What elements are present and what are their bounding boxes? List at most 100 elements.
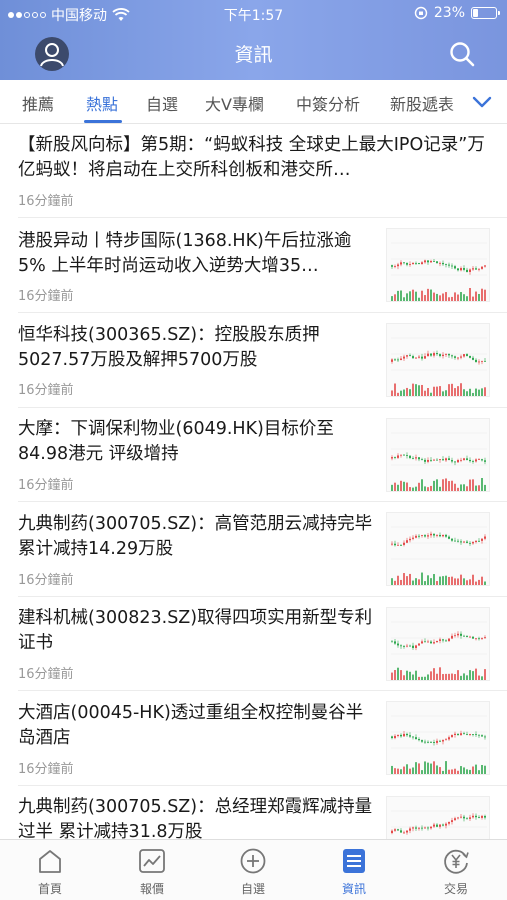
stock-chart-image <box>391 715 487 774</box>
candle-body <box>433 824 435 827</box>
candle-body <box>478 540 480 542</box>
volume-bar <box>475 668 477 680</box>
volume-bar <box>475 291 477 301</box>
candle-body <box>415 357 417 359</box>
nav-quotes-label: 報價 <box>139 882 164 896</box>
page-title: 資訊 <box>234 44 273 66</box>
volume-bar <box>448 673 450 680</box>
candle-body <box>463 354 465 357</box>
candle-body <box>415 827 417 829</box>
candle-body <box>424 827 426 829</box>
candle-body <box>421 459 423 461</box>
tab-hot[interactable]: 熱點 <box>86 91 118 115</box>
volume-bar <box>394 669 396 680</box>
candle-body <box>442 639 444 641</box>
news-item[interactable]: 【新股风向标】第5期：“蚂蚁科技 全球史上最大IPO记录”万亿蚂蚁！将启动在上交… <box>0 124 507 218</box>
tab-bigv-column[interactable]: 大V專欄 <box>205 91 264 115</box>
candle-body <box>427 260 429 263</box>
news-time: 16分鐘前 <box>18 194 74 209</box>
candle-body <box>418 356 420 358</box>
news-item[interactable]: 恒华科技(300365.SZ)：控股股东质押5027.57万股及解押5700万股… <box>0 313 507 408</box>
stock-chart-image <box>391 621 487 680</box>
news-item[interactable]: 大酒店(00045-HK)透过重组全权控制曼谷半岛酒店 16分鐘前 <box>0 691 507 786</box>
volume-bar <box>442 576 444 585</box>
orientation-lock-icon <box>414 6 428 20</box>
candle-body <box>400 734 402 737</box>
candle-body <box>409 455 411 458</box>
nav-home[interactable]: 首頁 <box>10 846 90 897</box>
news-headline: 九典制药(300705.SZ)：高管范朋云减持完毕 累计减持14.29万股 <box>18 514 373 559</box>
home-icon <box>39 850 61 873</box>
tab-allotment-analysis[interactable]: 中簽分析 <box>296 91 360 115</box>
volume-bar <box>394 294 396 301</box>
news-thumbnail <box>386 796 490 839</box>
volume-bar <box>403 297 405 301</box>
candle-body <box>481 266 483 269</box>
volume-bar <box>412 289 414 301</box>
tab-new-ipo-filings[interactable]: 新股遞表 <box>390 91 454 115</box>
candle-body <box>403 646 405 647</box>
candle-body <box>412 645 414 648</box>
volume-bar <box>451 383 453 396</box>
volume-bar <box>436 293 438 301</box>
search-button[interactable] <box>447 39 477 69</box>
volume-bar <box>472 479 474 491</box>
candle-body <box>400 645 402 647</box>
volume-bar <box>457 294 459 301</box>
news-headline: 【新股风向标】第5期：“蚂蚁科技 全球史上最大IPO记录”万亿蚂蚁！将启动在上交… <box>18 135 485 180</box>
candle-body <box>466 458 468 460</box>
candle-body <box>448 536 450 539</box>
candle-body <box>457 357 459 359</box>
volume-bar <box>400 290 402 301</box>
candle-body <box>439 459 441 461</box>
tab-watchlist[interactable]: 自選 <box>146 91 178 115</box>
volume-bar <box>451 296 453 301</box>
volume-bar <box>457 386 459 396</box>
nav-trade[interactable]: 交易 <box>416 846 496 897</box>
volume-bar <box>463 294 465 301</box>
volume-bar <box>466 486 468 491</box>
nav-news[interactable]: 資訊 <box>314 846 394 897</box>
news-item[interactable]: 大摩：下调保利物业(6049.HK)目标价至84.98港元 评级增持 16分鐘前 <box>0 408 507 502</box>
candle-body <box>400 454 402 456</box>
volume-bar <box>466 769 468 774</box>
volume-bar <box>412 487 414 491</box>
volume-bar <box>463 673 465 680</box>
volume-bar <box>448 769 450 774</box>
candle-body <box>406 455 408 456</box>
candle-body <box>421 827 423 829</box>
tabs-expand-button[interactable] <box>471 92 493 112</box>
tab-recommend[interactable]: 推薦 <box>22 91 54 115</box>
candle-body <box>424 741 426 743</box>
candle-body <box>457 268 459 271</box>
candle-body <box>406 830 408 833</box>
volume-bar <box>418 482 420 491</box>
candle-body <box>412 457 414 459</box>
candle-body <box>475 459 477 462</box>
candle-body <box>403 832 405 834</box>
volume-bar <box>460 484 462 491</box>
volume-bar <box>454 483 456 491</box>
nav-watchlist[interactable]: 自選 <box>213 846 293 897</box>
candle-body <box>418 457 420 460</box>
bottom-tab-bar: 首頁 報價 自選 資訊 交易 <box>0 839 507 900</box>
news-item[interactable]: 九典制药(300705.SZ)：高管范朋云减持完毕 累计减持14.29万股 16… <box>0 502 507 597</box>
volume-bar <box>424 295 426 301</box>
volume-bar <box>406 387 408 396</box>
candle-body <box>463 635 465 637</box>
news-item[interactable]: 建科机械(300823.SZ)取得四项实用新型专利证书 16分鐘前 <box>0 597 507 691</box>
volume-bar <box>403 389 405 396</box>
volume-bar <box>469 670 471 680</box>
volume-bar <box>472 574 474 585</box>
news-item[interactable]: 港股异动丨特步国际(1368.HK)午后拉涨逾5% 上半年时尚运动收入逆势大增3… <box>0 218 507 313</box>
candle-body <box>469 542 471 544</box>
candle-body <box>448 638 450 642</box>
candle-body <box>394 735 396 739</box>
candle-body <box>484 637 486 639</box>
nav-quotes[interactable]: 報價 <box>112 846 192 897</box>
volume-bar <box>430 289 432 301</box>
candle-body <box>436 640 438 643</box>
news-item[interactable]: 九典制药(300705.SZ)：总经理郑霞辉减持量过半 累计减持31.8万股 <box>0 786 507 839</box>
volume-bar <box>418 579 420 585</box>
candle-body <box>391 830 393 834</box>
